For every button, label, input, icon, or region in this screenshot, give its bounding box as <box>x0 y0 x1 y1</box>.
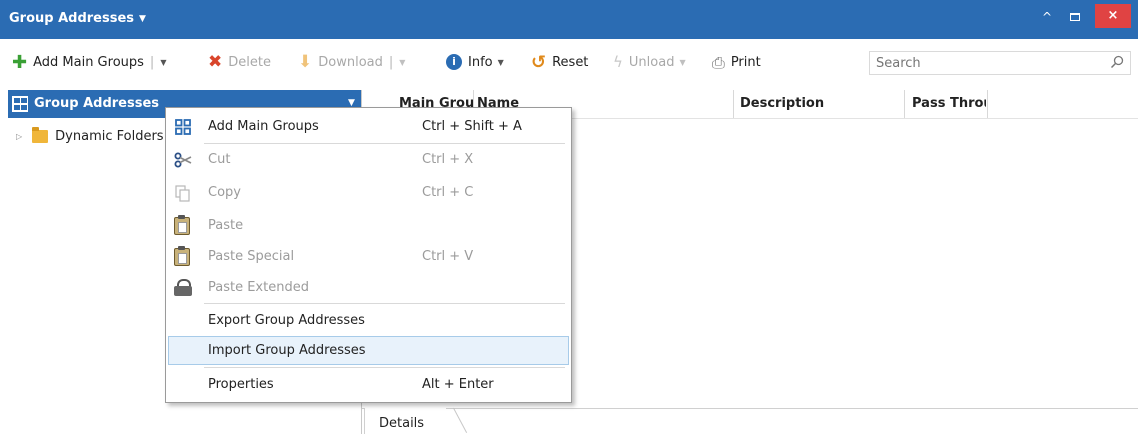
column-header-pass-through[interactable]: Pass Through <box>912 90 986 118</box>
tree-item-label: Dynamic Folders <box>55 128 164 144</box>
group-addresses-icon <box>12 96 28 112</box>
info-button[interactable]: i Info ▼ <box>446 53 504 71</box>
reset-button[interactable]: ↺ Reset <box>531 53 588 71</box>
tab-details-label: Details <box>379 416 425 431</box>
toolbar-separator: | <box>388 54 394 70</box>
menu-item-label: Paste Extended <box>208 280 309 295</box>
menu-item-shortcut: Ctrl + C <box>422 185 474 200</box>
menu-item-cut[interactable]: Cut Ctrl + X <box>168 145 569 174</box>
menu-item-shortcut: Alt + Enter <box>422 377 494 392</box>
download-arrow-icon: ⬇ <box>298 51 313 72</box>
print-button[interactable]: ⎙ Print <box>712 53 761 71</box>
tab-details[interactable]: Details <box>364 408 446 434</box>
minimize-panel-button[interactable]: ^ <box>1036 6 1058 30</box>
menu-item-paste-extended[interactable]: Paste Extended <box>168 273 569 302</box>
menu-item-label: Cut <box>208 152 231 167</box>
plus-icon: ✚ <box>12 51 28 73</box>
column-divider[interactable] <box>733 90 734 118</box>
delete-x-icon: ✖ <box>208 51 223 72</box>
toolbar-separator: | <box>149 54 155 70</box>
menu-item-copy[interactable]: Copy Ctrl + C <box>168 178 569 207</box>
delete-button[interactable]: ✖ Delete <box>208 53 271 71</box>
menu-item-label: Paste Special <box>208 249 295 264</box>
search-input[interactable] <box>870 52 1090 74</box>
download-label: Download <box>318 54 383 70</box>
info-label: Info <box>468 54 493 70</box>
menu-item-shortcut: Ctrl + Shift + A <box>422 119 522 134</box>
menu-item-export-group-addresses[interactable]: Export Group Addresses <box>168 306 569 335</box>
menu-separator <box>204 303 565 304</box>
chevron-up-icon: ^ <box>1041 10 1053 24</box>
info-icon: i <box>446 54 462 70</box>
delete-label: Delete <box>228 54 271 70</box>
close-icon: × <box>1107 8 1119 23</box>
search-icon[interactable] <box>1110 55 1124 69</box>
column-divider[interactable] <box>904 90 905 118</box>
menu-item-label: Properties <box>208 377 274 392</box>
maximize-button[interactable] <box>1064 6 1086 30</box>
add-main-groups-icon <box>174 118 192 136</box>
menu-separator <box>204 143 565 144</box>
menu-item-shortcut: Ctrl + V <box>422 249 474 264</box>
menu-separator <box>204 367 565 368</box>
scissors-icon <box>174 151 192 169</box>
menu-item-properties[interactable]: Properties Alt + Enter <box>168 370 569 399</box>
lock-icon <box>174 279 192 296</box>
window-title-text: Group Addresses <box>9 11 135 26</box>
print-label: Print <box>730 54 761 70</box>
menu-item-label: Add Main Groups <box>208 119 319 134</box>
column-divider[interactable] <box>987 90 988 118</box>
lightning-icon: ϟ <box>613 52 623 71</box>
info-dropdown-icon[interactable]: ▼ <box>498 58 504 67</box>
unload-dropdown-icon[interactable]: ▼ <box>679 58 685 67</box>
menu-item-shortcut: Ctrl + X <box>422 152 474 167</box>
menu-item-add-main-groups[interactable]: Add Main Groups Ctrl + Shift + A <box>168 112 569 141</box>
download-button[interactable]: ⬇ Download | ▼ <box>298 53 405 71</box>
add-main-groups-label: Add Main Groups <box>33 54 144 70</box>
tree-item-dynamic-folders[interactable]: ▷ Dynamic Folders <box>16 126 164 146</box>
menu-item-label: Copy <box>208 185 241 200</box>
add-main-groups-dropdown-icon[interactable]: ▼ <box>160 58 166 67</box>
menu-item-label: Export Group Addresses <box>208 313 365 328</box>
unload-button[interactable]: ϟ Unload ▼ <box>613 53 686 71</box>
clipboard-icon <box>174 215 190 235</box>
title-dropdown-icon[interactable]: ▼ <box>139 14 146 24</box>
add-main-groups-button[interactable]: ✚ Add Main Groups | ▼ <box>12 53 166 71</box>
clipboard-icon <box>174 246 190 266</box>
folder-icon <box>32 126 49 143</box>
window-title[interactable]: Group Addresses ▼ <box>9 11 146 26</box>
title-bar: Group Addresses ▼ ^ × <box>0 0 1138 39</box>
bottom-tab-strip <box>362 408 1138 409</box>
menu-item-label: Import Group Addresses <box>208 343 366 358</box>
left-panel-title: Group Addresses <box>34 96 160 111</box>
download-dropdown-icon[interactable]: ▼ <box>399 58 405 67</box>
menu-item-paste-special[interactable]: Paste Special Ctrl + V <box>168 242 569 271</box>
tree-expander-icon[interactable]: ▷ <box>16 132 22 141</box>
reset-label: Reset <box>552 54 589 70</box>
unload-label: Unload <box>628 54 675 70</box>
maximize-icon <box>1070 13 1080 21</box>
search-box[interactable] <box>869 51 1131 75</box>
menu-item-label: Paste <box>208 218 244 233</box>
printer-icon: ⎙ <box>712 52 725 72</box>
copy-icon <box>174 184 192 202</box>
close-button[interactable]: × <box>1095 4 1131 28</box>
column-header-description[interactable]: Description <box>740 90 900 118</box>
menu-item-paste[interactable]: Paste <box>168 211 569 240</box>
reset-icon: ↺ <box>531 51 547 73</box>
context-menu: Add Main Groups Ctrl + Shift + A Cut Ctr… <box>165 107 572 403</box>
menu-item-import-group-addresses[interactable]: Import Group Addresses <box>168 336 569 365</box>
